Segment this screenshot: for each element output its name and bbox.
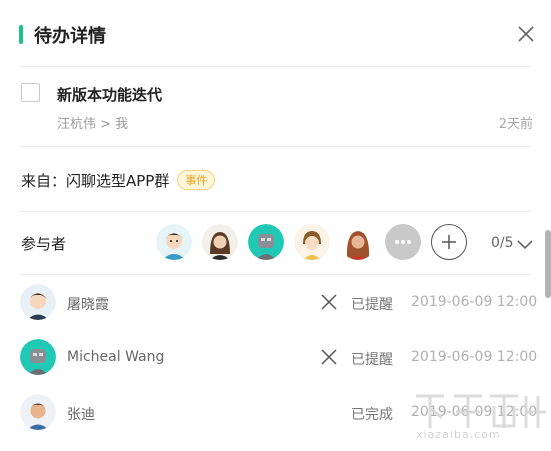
avatar — [20, 284, 56, 320]
avatar — [20, 394, 56, 430]
reminder-time: 2019-06-09 12:00 — [411, 294, 538, 310]
remove-reminder-button[interactable] — [320, 348, 338, 366]
close-icon — [321, 294, 337, 310]
source-label: 来自：闪聊选型APP群 — [21, 172, 170, 190]
watermark-text: xiazaiba.com — [416, 428, 501, 441]
participants-label: 参与者 — [21, 235, 67, 253]
avatar — [20, 339, 56, 375]
participant-avatar[interactable] — [248, 224, 284, 260]
scrollbar-thumb[interactable] — [545, 230, 551, 298]
close-button[interactable] — [512, 20, 540, 48]
task-time: 2天前 — [498, 117, 533, 132]
avatar-icon — [202, 224, 238, 260]
avatar-icon — [20, 339, 56, 375]
avatar-icon — [340, 224, 376, 260]
participant-avatar[interactable] — [202, 224, 238, 260]
more-dots-icon — [401, 240, 405, 244]
more-dots-icon — [407, 240, 411, 244]
panel-title: 待办详情 — [34, 26, 106, 47]
participant-count: 0/5 — [491, 235, 514, 251]
avatar-icon — [156, 224, 192, 260]
reminder-row: Micheal Wang 已提醒 2019-06-09 12:00 — [0, 339, 551, 379]
reminder-row: 屠晓霞 已提醒 2019-06-09 12:00 — [0, 284, 551, 324]
task-checkbox[interactable] — [21, 83, 40, 102]
event-badge: 事件 — [177, 170, 216, 190]
reminder-status: 已提醒 — [351, 352, 393, 368]
source-line: 来自：闪聊选型APP群 事件 — [21, 170, 216, 191]
reminder-status: 已提醒 — [351, 297, 393, 313]
avatar-icon — [20, 284, 56, 320]
chevron-down-icon — [517, 240, 533, 250]
task-title: 新版本功能迭代 — [57, 86, 163, 104]
reminder-name: 屠晓霞 — [67, 297, 109, 313]
reminder-name: Micheal Wang — [67, 349, 165, 365]
title-accent-bar — [19, 25, 23, 44]
participant-avatar[interactable] — [294, 224, 330, 260]
add-participant-button[interactable] — [431, 224, 467, 260]
reminder-time: 2019-06-09 12:00 — [411, 349, 538, 365]
close-icon — [518, 26, 534, 42]
task-assign-path: 汪杭伟 > 我 — [57, 117, 129, 132]
reminder-name: 张迪 — [67, 407, 95, 423]
more-participants-button[interactable] — [385, 224, 421, 260]
divider — [20, 146, 531, 147]
divider — [20, 274, 531, 275]
watermark-icon — [416, 394, 546, 428]
expand-participants-button[interactable] — [517, 236, 533, 250]
more-dots-icon — [395, 240, 399, 244]
participant-avatar[interactable] — [340, 224, 376, 260]
participant-avatar[interactable] — [156, 224, 192, 260]
reminder-status: 已完成 — [351, 407, 393, 423]
avatar-icon — [248, 224, 284, 260]
header: 待办详情 — [0, 0, 551, 66]
close-icon — [321, 349, 337, 365]
divider — [20, 66, 531, 67]
remove-reminder-button[interactable] — [320, 293, 338, 311]
avatar-icon — [20, 394, 56, 430]
divider — [20, 211, 531, 212]
todo-detail-panel: 待办详情 新版本功能迭代 汪杭伟 > 我 2天前 来自：闪聊选型APP群 事件 参… — [0, 0, 551, 451]
plus-icon — [442, 235, 456, 249]
watermark-logo: xiazaiba.com — [410, 388, 550, 448]
avatar-icon — [294, 224, 330, 260]
